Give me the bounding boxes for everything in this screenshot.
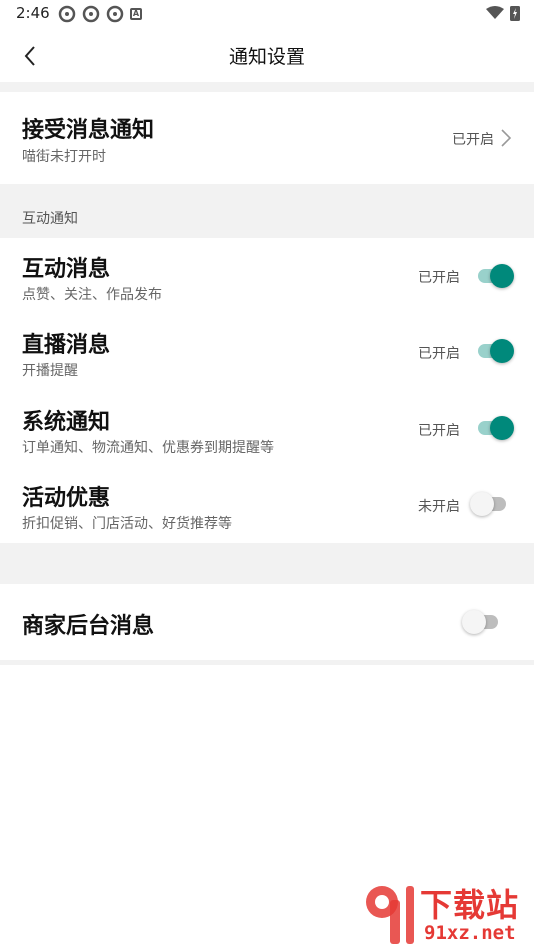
toggle-knob (490, 264, 514, 288)
list-item-system-notifications[interactable]: 系统通知 订单通知、物流通知、优惠券到期提醒等 已开启 (0, 391, 534, 468)
item-status: 已开启 (418, 423, 460, 439)
receive-notifications-title: 接受消息通知 (22, 118, 155, 143)
toggle-knob (462, 610, 486, 634)
section-header: 互动通知 (0, 184, 534, 238)
status-icons-right (486, 5, 520, 21)
item-subtitle: 折扣促销、门店活动、好货推荐等 (22, 516, 232, 532)
toggle-knob (490, 416, 514, 440)
app-notification-icon (106, 5, 124, 23)
divider (0, 660, 534, 665)
status-time: 2:46 (16, 4, 50, 22)
promotions-toggle[interactable] (470, 490, 508, 518)
list-item-interaction-messages[interactable]: 互动消息 点赞、关注、作品发布 已开启 (0, 238, 534, 314)
receive-notifications-status: 已开启 (452, 132, 494, 148)
merchant-messages-toggle[interactable] (462, 608, 500, 636)
receive-notifications-subtitle: 喵街未打开时 (22, 149, 106, 165)
item-title: 商家后台消息 (22, 614, 155, 639)
app-notification-icon (58, 5, 76, 23)
chevron-right-icon (501, 129, 512, 147)
header: 通知设置 (0, 28, 534, 82)
item-subtitle: 订单通知、物流通知、优惠券到期提醒等 (22, 440, 274, 456)
toggle-knob (470, 492, 494, 516)
interaction-messages-toggle[interactable] (476, 262, 514, 290)
watermark: 下载站 91xz.net (360, 880, 530, 946)
live-messages-toggle[interactable] (476, 337, 514, 365)
watermark-url: 91xz.net (424, 922, 516, 944)
status-icons-left: A (58, 5, 142, 23)
system-notifications-toggle[interactable] (476, 414, 514, 442)
a-badge-icon: A (130, 8, 142, 20)
item-title: 互动消息 (22, 257, 111, 282)
page-title: 通知设置 (228, 46, 305, 68)
item-subtitle: 点赞、关注、作品发布 (22, 287, 162, 303)
list-item-promotions[interactable]: 活动优惠 折扣促销、门店活动、好货推荐等 未开启 (0, 468, 534, 543)
divider (0, 543, 534, 584)
item-subtitle: 开播提醒 (22, 363, 78, 379)
wifi-icon (486, 6, 504, 19)
item-title: 直播消息 (22, 333, 111, 358)
item-title: 活动优惠 (22, 486, 111, 511)
toggle-knob (490, 339, 514, 363)
status-bar: 2:46 A (0, 0, 534, 28)
battery-charging-icon (510, 6, 520, 21)
item-status: 已开启 (418, 346, 460, 362)
watermark-name: 下载站 (420, 886, 520, 924)
divider (0, 82, 534, 92)
item-status: 已开启 (418, 270, 460, 286)
item-status: 未开启 (418, 499, 460, 515)
item-title: 系统通知 (22, 410, 111, 435)
section-label: 互动通知 (22, 211, 78, 227)
list-item-merchant-messages[interactable]: 商家后台消息 (0, 584, 534, 660)
app-notification-icon (82, 5, 100, 23)
list-item-live-messages[interactable]: 直播消息 开播提醒 已开启 (0, 314, 534, 391)
receive-notifications-row[interactable]: 接受消息通知 喵街未打开时 已开启 (0, 92, 534, 184)
